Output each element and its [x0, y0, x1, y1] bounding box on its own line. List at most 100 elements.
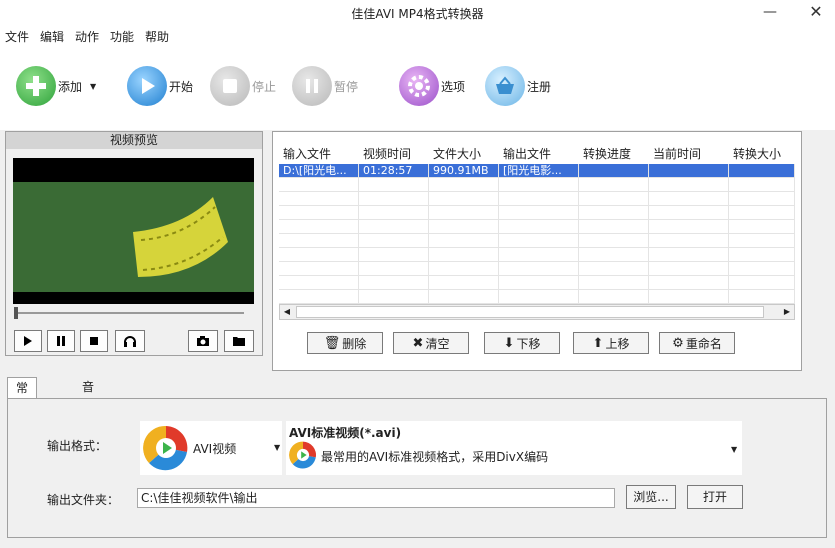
move-up-button[interactable]: ⬆ 上移 — [573, 332, 649, 354]
format-desc-text: 最常用的AVI标准视频格式，采用DivX编码 — [321, 450, 549, 464]
col-output-file[interactable]: 输出文件 — [499, 144, 579, 164]
scroll-right-icon[interactable]: ▶ — [780, 305, 794, 319]
snapshot-button[interactable] — [188, 330, 218, 352]
tab-advanced[interactable]: 音视频高级设置 — [74, 377, 102, 514]
register-button[interactable]: 注册 — [485, 66, 551, 106]
output-format-label: 输出格式： — [47, 439, 108, 453]
seek-handle[interactable] — [14, 307, 18, 319]
options-button[interactable]: 选项 — [399, 66, 465, 106]
film-reel-icon: ⚙ — [672, 335, 684, 351]
delete-button[interactable]: 🗑 删除 — [307, 332, 383, 354]
table-row[interactable] — [279, 220, 795, 234]
table-row[interactable] — [279, 290, 795, 304]
table-row[interactable] — [279, 262, 795, 276]
trash-icon: 🗑 — [323, 335, 341, 351]
output-folder-input[interactable]: C:\佳佳视频软件\输出 — [137, 488, 615, 508]
video-preview-panel: 视频预览 — [5, 131, 263, 356]
format-title: AVI标准视频(*.avi) — [289, 426, 402, 440]
dropdown-arrow-icon[interactable]: ▼ — [274, 443, 280, 452]
cell-file-size: 990.91MB — [429, 164, 499, 178]
table-row[interactable] — [279, 248, 795, 262]
menu-help[interactable]: 帮助 — [145, 28, 169, 45]
menu-edit[interactable]: 编辑 — [40, 28, 64, 45]
move-down-label: 下移 — [516, 336, 541, 351]
stop-control-button[interactable] — [80, 330, 108, 352]
tab-general[interactable]: 常规设置 — [7, 377, 38, 455]
open-button[interactable]: 打开 — [687, 485, 743, 509]
output-format-select[interactable]: AVI视频 ▼ — [140, 421, 282, 475]
col-video-time[interactable]: 视频时间 — [359, 144, 429, 164]
scroll-left-icon[interactable]: ◀ — [280, 305, 294, 319]
format-description[interactable]: AVI标准视频(*.avi) 最常用的AVI标准视频格式，采用DivX编码 ▼ — [286, 421, 742, 475]
stop-label: 停止 — [252, 79, 277, 94]
col-progress[interactable]: 转换进度 — [579, 144, 649, 164]
folder-icon — [233, 337, 245, 346]
register-label: 注册 — [527, 79, 552, 94]
col-input-file[interactable]: 输入文件 — [279, 144, 359, 164]
play-icon — [24, 336, 32, 346]
video-screen — [13, 158, 254, 304]
plus-icon — [16, 66, 56, 106]
basket-icon — [485, 66, 525, 106]
format-small-logo-icon — [289, 441, 317, 469]
col-file-size[interactable]: 文件大小 — [429, 144, 499, 164]
title-bar: 佳佳AVI MP4格式转换器 — ✕ — [0, 0, 835, 26]
stop-icon — [90, 337, 98, 345]
col-converted-size[interactable]: 转换大小 — [729, 144, 795, 164]
video-frame — [13, 182, 254, 292]
menu-action[interactable]: 动作 — [75, 28, 99, 45]
stop-button[interactable]: 停止 — [210, 66, 276, 106]
cell-input-file: D:\[阳光电... — [279, 164, 359, 178]
table-row[interactable]: D:\[阳光电... 01:28:57 990.91MB [阳光电影... — [279, 164, 795, 178]
table-row[interactable] — [279, 276, 795, 290]
menu-function[interactable]: 功能 — [110, 28, 134, 45]
start-button[interactable]: 开始 — [127, 66, 193, 106]
open-folder-button[interactable] — [224, 330, 254, 352]
dropdown-arrow-icon[interactable]: ▼ — [731, 445, 737, 454]
output-folder-label: 输出文件夹： — [47, 493, 120, 507]
clear-button[interactable]: ✖ 清空 — [393, 332, 469, 354]
headphones-icon — [124, 336, 136, 347]
move-down-button[interactable]: ⬇ 下移 — [484, 332, 560, 354]
headphones-button[interactable] — [115, 330, 145, 352]
col-current-time[interactable]: 当前时间 — [649, 144, 729, 164]
delete-label: 删除 — [342, 336, 367, 351]
table-header: 输入文件 视频时间 文件大小 输出文件 转换进度 当前时间 转换大小 — [279, 144, 795, 164]
pause-icon — [57, 336, 65, 346]
gear-icon — [399, 66, 439, 106]
pause-label: 暂停 — [334, 79, 359, 94]
format-logo-icon — [143, 425, 189, 471]
arrow-up-icon: ⬆ — [592, 335, 604, 351]
add-button[interactable]: 添加 ▼ — [16, 66, 96, 106]
browse-button[interactable]: 浏览... — [626, 485, 676, 509]
move-up-label: 上移 — [605, 336, 630, 351]
minimize-button[interactable]: — — [750, 0, 790, 26]
scroll-thumb[interactable] — [296, 306, 764, 318]
horizontal-scrollbar[interactable]: ◀ ▶ — [279, 304, 795, 320]
dropdown-arrow-icon[interactable]: ▼ — [90, 82, 96, 91]
table-row[interactable] — [279, 234, 795, 248]
add-label: 添加 — [58, 79, 83, 94]
film-strip-icon — [133, 197, 228, 277]
clear-label: 清空 — [425, 336, 450, 351]
options-label: 选项 — [441, 79, 466, 94]
arrow-down-icon: ⬇ — [503, 335, 515, 351]
file-list-panel: 输入文件 视频时间 文件大小 输出文件 转换进度 当前时间 转换大小 D:\[阳… — [272, 131, 802, 371]
general-settings-panel: 输出格式： AVI视频 ▼ AVI标准视频(*.avi) 最常用的AVI标准视频… — [7, 398, 827, 538]
pause-control-button[interactable] — [47, 330, 75, 352]
table-row[interactable] — [279, 206, 795, 220]
rename-button[interactable]: ⚙ 重命名 — [659, 332, 735, 354]
file-table: 输入文件 视频时间 文件大小 输出文件 转换进度 当前时间 转换大小 D:\[阳… — [279, 144, 795, 304]
table-row[interactable] — [279, 192, 795, 206]
table-row[interactable] — [279, 178, 795, 192]
start-label: 开始 — [169, 79, 194, 94]
menu-file[interactable]: 文件 — [5, 28, 29, 45]
play-control-button[interactable] — [14, 330, 42, 352]
cell-converted-size — [729, 164, 795, 178]
seek-bar[interactable] — [14, 312, 244, 314]
format-value: AVI视频 — [193, 441, 237, 456]
pause-button[interactable]: 暂停 — [292, 66, 358, 106]
cell-output-file: [阳光电影... — [499, 164, 579, 178]
close-button[interactable]: ✕ — [796, 0, 835, 26]
pause-icon — [292, 66, 332, 106]
